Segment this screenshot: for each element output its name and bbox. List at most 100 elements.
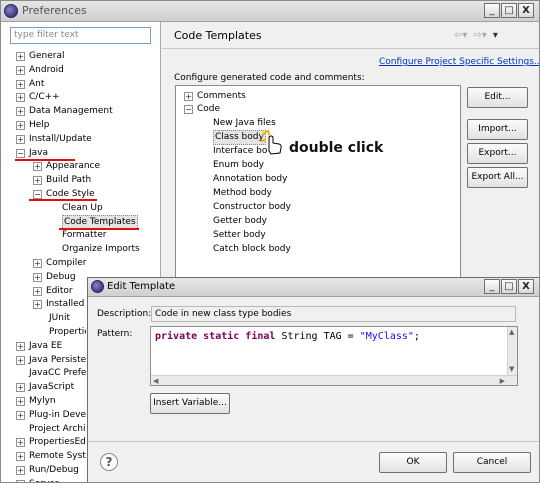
eclipse-icon (91, 280, 104, 293)
eclipse-icon (4, 4, 18, 18)
sidebar-item-label: PropertiesEdi (29, 437, 89, 447)
sidebar-item-label: Remote Syste (29, 451, 92, 461)
back-arrow-icon[interactable]: ⇦▾ (454, 30, 467, 41)
sidebar-item-label: Ant (29, 79, 45, 89)
sidebar-item-label: General (29, 51, 65, 61)
code-templates-underline (59, 228, 139, 230)
pattern-vertical-scrollbar[interactable]: ▲ ▼ (507, 327, 517, 375)
expand-icon[interactable]: + (16, 452, 25, 461)
sidebar-item-label: JavaScript (29, 382, 75, 392)
maximize-button[interactable]: □ (501, 3, 517, 18)
sidebar-item-label: Server (29, 478, 59, 482)
dialog-maximize-button[interactable]: □ (501, 279, 517, 294)
pattern-text: String TAG = (275, 331, 360, 342)
sidebar-item-label: Android (29, 65, 64, 75)
java-underline (15, 159, 75, 161)
expand-icon[interactable]: + (33, 287, 42, 296)
project-settings-link[interactable]: Configure Project Specific Settings... (379, 57, 539, 67)
description-field[interactable]: Code in new class type bodies (151, 306, 516, 322)
expand-icon[interactable]: + (33, 176, 42, 185)
sidebar-item-label: Data Management (29, 106, 113, 116)
template-item-label: Comments (197, 91, 246, 101)
preferences-window: Preferences _ □ X type filter text + Gene… (0, 0, 540, 483)
expand-icon[interactable]: + (16, 466, 25, 475)
sidebar-item-label: C/C++ (29, 92, 60, 102)
expand-icon[interactable]: + (16, 93, 25, 102)
scroll-up-icon[interactable]: ▲ (509, 328, 514, 336)
forward-arrow-icon[interactable]: ⇨▾ (473, 30, 486, 41)
expand-icon[interactable]: + (33, 300, 42, 309)
sidebar-item-label: Mylyn (29, 396, 56, 406)
expand-icon[interactable]: + (16, 342, 25, 351)
edit-template-dialog: Edit Template _ □ X Description: Code in… (87, 277, 539, 482)
expand-icon[interactable]: + (16, 107, 25, 116)
pattern-string: "MyClass" (359, 331, 414, 342)
collapse-icon[interactable]: − (33, 190, 42, 199)
cancel-button[interactable]: Cancel (453, 452, 531, 473)
help-icon[interactable]: ? (100, 453, 118, 471)
expand-icon[interactable]: + (16, 66, 25, 75)
dialog-close-button[interactable]: X (518, 279, 534, 294)
sidebar-item-label: Debug (46, 272, 76, 282)
export-all-button[interactable]: Export All... (467, 167, 528, 188)
title-divider (162, 48, 539, 49)
sidebar-item-label: Project Archiv (29, 424, 91, 434)
pattern-editor[interactable]: private static final String TAG = "MyCla… (150, 326, 518, 386)
template-item-label: Annotation body (213, 174, 288, 184)
scroll-down-icon[interactable]: ▼ (509, 365, 514, 373)
filter-input[interactable]: type filter text (10, 27, 151, 44)
page-title: Code Templates (174, 29, 262, 42)
expand-icon[interactable]: + (16, 397, 25, 406)
pattern-label: Pattern: (97, 329, 133, 339)
sidebar-item-label: Install/Update (29, 134, 92, 144)
pattern-horizontal-scrollbar[interactable]: ◀ ▶ (151, 375, 517, 385)
sidebar-item-label: Installed (46, 299, 85, 309)
insert-variable-button[interactable]: Insert Variable... (150, 393, 230, 414)
expand-icon[interactable]: + (16, 383, 25, 392)
dialog-minimize-button[interactable]: _ (484, 279, 500, 294)
collapse-icon[interactable]: − (184, 105, 193, 114)
expand-icon[interactable]: + (33, 273, 42, 282)
expand-icon[interactable]: + (16, 52, 25, 61)
template-tree[interactable]: + Comments − Code New Java files Class body In… (175, 85, 461, 280)
sidebar-item-label: Java Persiste (29, 355, 87, 365)
window-title: Preferences (22, 4, 87, 17)
export-button[interactable]: Export... (467, 143, 528, 164)
description-label: Description: (97, 309, 152, 319)
sidebar-item-label: Editor (46, 286, 73, 296)
ok-button[interactable]: OK (379, 452, 447, 473)
configure-description: Configure generated code and comments: (174, 73, 365, 83)
dialog-title: Edit Template (107, 281, 176, 292)
template-item-label: Enum body (213, 160, 264, 170)
sidebar-item-label: JavaCC Prefe (29, 368, 87, 378)
double-click-annotation: double click (289, 140, 384, 156)
sidebar-item-label: Propertie (49, 327, 90, 337)
edit-button[interactable]: Edit... (467, 87, 528, 108)
expand-icon[interactable]: + (16, 356, 25, 365)
expand-icon[interactable]: + (184, 92, 193, 101)
title-bar: Preferences _ □ X (1, 1, 539, 22)
template-item-label: Class body (213, 130, 266, 145)
expand-icon[interactable]: + (16, 121, 25, 130)
expand-icon[interactable]: + (33, 259, 42, 268)
menu-dropdown-icon[interactable]: ▾ (493, 30, 498, 41)
expand-icon[interactable]: + (16, 411, 25, 420)
expand-icon[interactable]: + (16, 135, 25, 144)
sidebar-item-label: Compiler (46, 258, 87, 268)
sidebar-item-label: Java EE (29, 341, 63, 351)
template-item-label: Setter body (213, 230, 266, 240)
scroll-left-icon[interactable]: ◀ (153, 377, 158, 385)
pattern-end: ; (413, 331, 420, 342)
expand-icon[interactable]: + (16, 80, 25, 89)
template-item-label: Code (197, 104, 221, 114)
expand-icon[interactable]: + (16, 438, 25, 447)
minimize-button[interactable]: _ (484, 3, 500, 18)
scroll-right-icon[interactable]: ▶ (500, 377, 505, 385)
collapse-icon[interactable]: − (16, 149, 25, 158)
template-item-label: Method body (213, 188, 272, 198)
expand-icon[interactable]: + (33, 162, 42, 171)
close-button[interactable]: X (518, 3, 534, 18)
import-button[interactable]: Import... (467, 119, 528, 140)
sidebar-item-label: Run/Debug (29, 465, 79, 475)
dialog-title-bar: Edit Template _ □ X (88, 278, 539, 297)
